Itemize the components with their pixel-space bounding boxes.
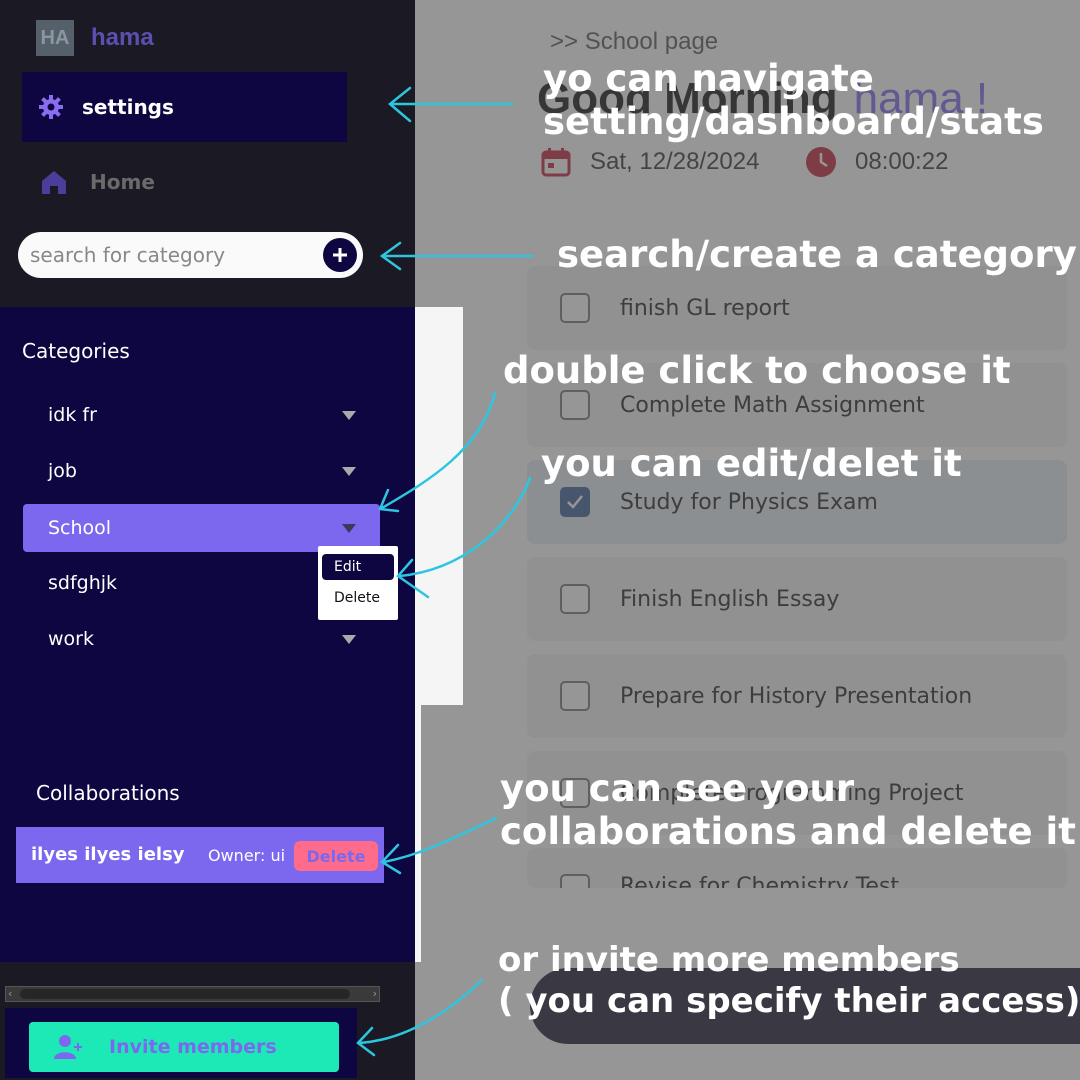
category-search [18, 232, 363, 278]
chevron-down-icon[interactable] [342, 634, 356, 644]
category-label: School [48, 517, 112, 539]
scrollbar-thumb[interactable] [20, 989, 350, 999]
category-item-selected[interactable]: School [23, 504, 380, 552]
task-title: Revise for Chemistry Test [620, 874, 900, 888]
logo: HA [36, 20, 74, 56]
chevron-down-icon[interactable] [342, 523, 356, 533]
task-checkbox[interactable] [560, 874, 590, 888]
task-title: Complete Math Assignment [620, 392, 925, 418]
task-title: Prepare for History Presentation [620, 683, 973, 709]
time-display: 08:00:22 [805, 146, 948, 178]
date-text: Sat, 12/28/2024 [590, 148, 760, 175]
task-checkbox[interactable] [560, 390, 590, 420]
collaboration-owner: Owner: ui [208, 846, 286, 865]
annotation-nav-line1: yo can navigate [543, 57, 874, 100]
annotation-collab-line1: you can see your [500, 767, 855, 810]
task-row[interactable]: Revise for Chemistry Test [527, 848, 1067, 888]
task-checkbox[interactable] [560, 293, 590, 323]
chevron-down-icon[interactable] [342, 410, 356, 420]
annotation-nav-line2: setting/dashboard/stats [543, 100, 1044, 143]
invite-members-label: Invite members [109, 1036, 277, 1058]
task-row[interactable]: Finish English Essay [527, 557, 1067, 641]
task-checkbox[interactable] [560, 681, 590, 711]
calendar-icon [541, 148, 571, 177]
plus-icon [333, 248, 347, 262]
category-label: job [48, 460, 77, 482]
sidebar-scroll-area [415, 307, 463, 705]
delete-collaboration-button[interactable]: Delete [294, 841, 378, 871]
nav-home-label: Home [90, 170, 155, 194]
annotation-invite: or invite more members ( you can specify… [498, 940, 1080, 1022]
annotation-collab-line2: collaborations and delete it [500, 810, 1076, 853]
task-title: Study for Physics Exam [620, 489, 878, 515]
nav-item-settings[interactable]: settings [22, 72, 347, 142]
categories-heading: Categories [22, 339, 130, 363]
sidebar-divider [415, 705, 421, 962]
category-label: idk fr [48, 404, 97, 426]
annotation-collab: you can see your collaborations and dele… [500, 767, 1076, 853]
annotation-choose: double click to choose it [503, 349, 1011, 392]
category-item[interactable]: job [23, 447, 380, 495]
date-display: Sat, 12/28/2024 [540, 146, 759, 178]
scroll-right-icon[interactable]: › [373, 987, 377, 1001]
edit-menu-item[interactable]: Edit [322, 554, 394, 580]
check-icon [567, 495, 583, 509]
nav-settings-label: settings [82, 95, 174, 119]
home-icon [42, 171, 66, 194]
category-search-input[interactable] [30, 243, 310, 267]
chevron-down-icon[interactable] [342, 466, 356, 476]
add-category-button[interactable] [323, 238, 357, 272]
task-checkbox[interactable] [560, 584, 590, 614]
invite-members-button[interactable]: Invite members [29, 1022, 339, 1072]
category-context-menu: Edit Delete [318, 546, 398, 620]
annotation-invite-line2: ( you can specify their access) [498, 981, 1080, 1021]
task-title: finish GL report [620, 295, 790, 321]
time-text: 08:00:22 [855, 148, 949, 175]
breadcrumb: >> School page [550, 28, 719, 55]
annotation-edit: you can edit/delet it [541, 442, 962, 485]
category-item[interactable]: work [23, 615, 380, 663]
horizontal-scrollbar[interactable]: ‹ › [5, 986, 380, 1002]
category-label: work [48, 628, 94, 650]
app-name: hama [91, 24, 154, 51]
nav-item-home[interactable]: Home [40, 168, 155, 196]
clock-icon [806, 147, 836, 177]
task-row[interactable]: Prepare for History Presentation [527, 654, 1067, 738]
annotation-nav: yo can navigate setting/dashboard/stats [543, 57, 1044, 143]
main-content: >> School page Good Morning hama ! Sat, 1… [415, 0, 1080, 1080]
gear-icon [39, 95, 63, 119]
add-user-icon [54, 1035, 82, 1059]
annotation-search: search/create a category [557, 233, 1077, 276]
invite-section: Invite members [5, 1008, 357, 1078]
collaborations-heading: Collaborations [36, 781, 180, 805]
collaboration-row: ilyes ilyes ielsy Owner: ui Delete [16, 827, 384, 883]
category-item[interactable]: idk fr [23, 391, 380, 439]
annotation-invite-line1: or invite more members [498, 940, 960, 980]
delete-menu-item[interactable]: Delete [322, 585, 394, 611]
scroll-left-icon[interactable]: ‹ [8, 987, 12, 1001]
task-title: Finish English Essay [620, 586, 840, 612]
task-row[interactable]: finish GL report [527, 266, 1067, 350]
collaboration-name: ilyes ilyes ielsy [31, 844, 185, 865]
task-checkbox[interactable] [560, 487, 590, 517]
